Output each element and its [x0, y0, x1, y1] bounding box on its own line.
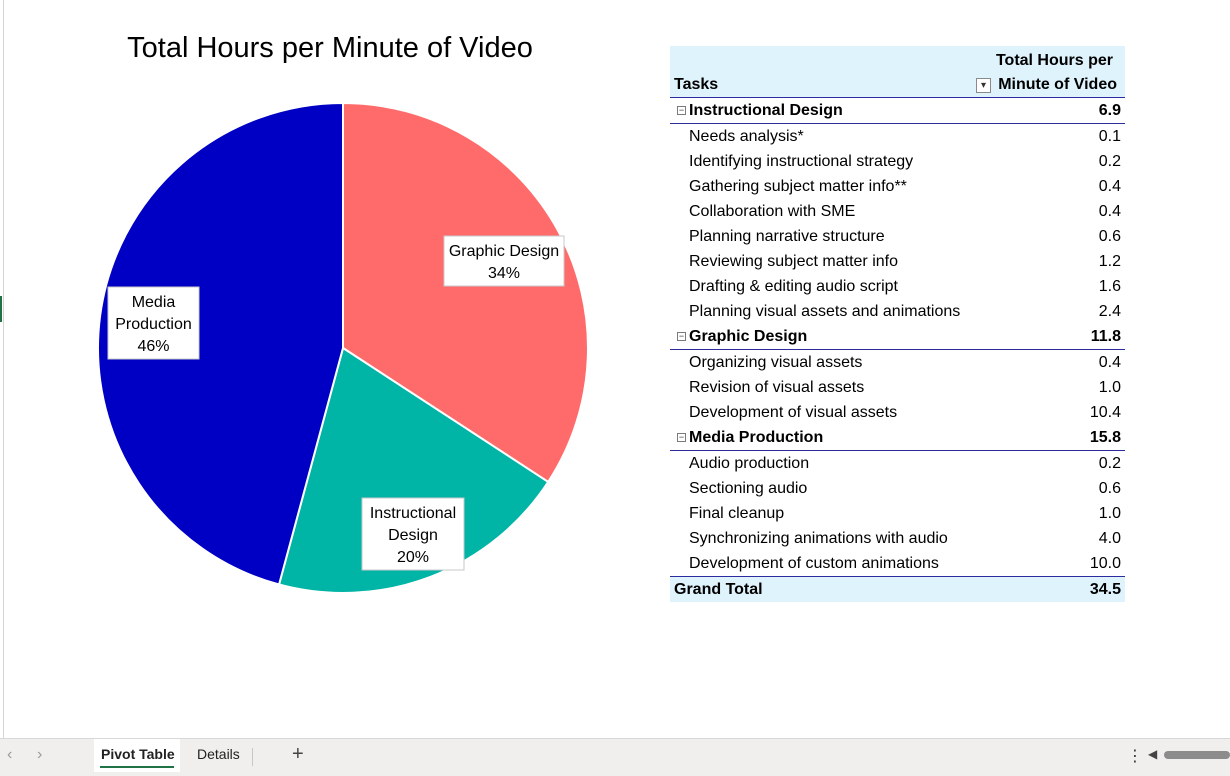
collapse-minus-icon[interactable]: − [677, 332, 686, 341]
pie-chart[interactable]: Graphic Design 34% Instructional Design 20% M… [0, 0, 660, 700]
item-label: Sectioning audio [689, 480, 808, 497]
grand-total-label: Grand Total [674, 581, 763, 598]
item-value: 0.2 [1098, 153, 1121, 170]
pivot-item-row[interactable]: Synchronizing animations with audio 4.0 [670, 526, 1125, 551]
grand-total-value: 34.5 [1089, 581, 1121, 598]
pivot-item-row[interactable]: Development of custom animations 10.0 [670, 551, 1125, 576]
more-vertical-icon[interactable]: ⋮ [1127, 746, 1143, 766]
pivot-item-row[interactable]: Revision of visual assets 1.0 [670, 375, 1125, 400]
item-label: Audio production [689, 455, 810, 472]
item-value: 1.6 [1098, 278, 1121, 295]
item-value: 0.6 [1098, 480, 1121, 497]
pie-data-label[interactable]: Instructional Design 20% [361, 497, 465, 571]
data-label-percent: 34% [488, 265, 520, 282]
item-label: Development of custom animations [689, 555, 939, 572]
item-label: Collaboration with SME [689, 203, 856, 220]
item-value: 2.4 [1098, 303, 1121, 320]
pivot-table: Total Hours per Tasks ▾ Minute of Video … [670, 46, 1125, 602]
item-label: Revision of visual assets [689, 379, 865, 396]
collapse-minus-icon[interactable]: − [677, 433, 686, 442]
pivot-item-row[interactable]: Final cleanup 1.0 [670, 501, 1125, 526]
item-value: 10.4 [1089, 404, 1121, 421]
data-label-percent: 20% [397, 549, 429, 566]
item-label: Development of visual assets [689, 404, 898, 421]
pie-data-label[interactable]: Graphic Design 34% [443, 235, 565, 287]
item-value: 0.1 [1098, 128, 1121, 145]
item-value: 0.4 [1098, 354, 1121, 371]
item-value: 10.0 [1089, 555, 1121, 572]
pivot-item-row[interactable]: Sectioning audio 0.6 [670, 476, 1125, 501]
pivot-group-row[interactable]: − Instructional Design 6.9 [670, 98, 1125, 124]
item-value: 0.2 [1098, 455, 1121, 472]
active-tab-underline [100, 766, 174, 768]
scroll-left-icon[interactable]: ◀ [1148, 747, 1157, 761]
item-label: Planning narrative structure [689, 228, 885, 245]
pivot-group-row[interactable]: − Graphic Design 11.8 [670, 324, 1125, 350]
data-label-category: Design [388, 527, 438, 544]
item-label: Reviewing subject matter info [689, 253, 898, 270]
data-label-category: Production [115, 316, 192, 333]
header-value-line1: Total Hours per [995, 52, 1113, 69]
item-value: 1.0 [1098, 505, 1121, 522]
item-label: Final cleanup [689, 505, 785, 522]
pivot-item-row[interactable]: Reviewing subject matter info 1.2 [670, 249, 1125, 274]
data-label-category: Graphic Design [449, 243, 559, 260]
pivot-header: Total Hours per Tasks ▾ Minute of Video [670, 46, 1125, 98]
pivot-item-row[interactable]: Collaboration with SME 0.4 [670, 199, 1125, 224]
group-total: 6.9 [1098, 102, 1121, 119]
tab-label: Pivot Table [101, 746, 175, 762]
group-label: Media Production [689, 429, 824, 446]
group-total: 15.8 [1089, 429, 1121, 446]
tab-details[interactable]: Details [190, 739, 250, 772]
sheet-tab-bar: ‹ › Pivot Table Details + ⋮ ◀ [0, 738, 1230, 776]
chevron-right-icon[interactable]: › [37, 746, 42, 764]
data-label-percent: 46% [137, 338, 169, 355]
pivot-item-row[interactable]: Gathering subject matter info** 0.4 [670, 174, 1125, 199]
collapse-minus-icon[interactable]: − [677, 106, 686, 115]
tab-label: Details [197, 746, 240, 762]
group-label: Graphic Design [689, 328, 808, 345]
pivot-item-row[interactable]: Drafting & editing audio script 1.6 [670, 274, 1125, 299]
sort-filter-icon[interactable]: ▾ [976, 78, 991, 93]
pivot-item-row[interactable]: Planning visual assets and animations 2.4 [670, 299, 1125, 324]
pivot-item-row[interactable]: Identifying instructional strategy 0.2 [670, 149, 1125, 174]
data-label-category: Instructional [370, 505, 456, 522]
group-total: 11.8 [1090, 328, 1121, 345]
pivot-item-row[interactable]: Development of visual assets 10.4 [670, 400, 1125, 425]
pivot-item-row[interactable]: Planning narrative structure 0.6 [670, 224, 1125, 249]
item-label: Organizing visual assets [689, 354, 863, 371]
item-label: Needs analysis* [689, 128, 804, 145]
header-tasks: Tasks [674, 76, 719, 93]
item-label: Drafting & editing audio script [689, 278, 898, 295]
chevron-left-icon[interactable]: ‹ [7, 746, 12, 764]
pivot-item-row[interactable]: Needs analysis* 0.1 [670, 124, 1125, 149]
item-label: Synchronizing animations with audio [689, 530, 948, 547]
pivot-item-row[interactable]: Organizing visual assets 0.4 [670, 350, 1125, 375]
item-label: Gathering subject matter info** [689, 178, 907, 195]
pivot-item-row[interactable]: Audio production 0.2 [670, 451, 1125, 476]
item-value: 1.0 [1098, 379, 1121, 396]
item-value: 1.2 [1098, 253, 1121, 270]
header-value-line2: Minute of Video [998, 76, 1117, 93]
pivot-group-row[interactable]: − Media Production 15.8 [670, 425, 1125, 451]
pie-data-label[interactable]: Media Production 46% [107, 286, 200, 360]
pivot-body: − Instructional Design 6.9 Needs analysis* 0… [670, 98, 1125, 602]
data-label-category: Media [132, 294, 176, 311]
item-value: 0.6 [1098, 228, 1121, 245]
tab-separator [252, 748, 253, 766]
item-label: Identifying instructional strategy [689, 153, 914, 170]
plus-icon[interactable]: + [292, 743, 304, 766]
item-value: 4.0 [1098, 530, 1121, 547]
horizontal-scrollbar-thumb[interactable] [1164, 751, 1230, 759]
item-value: 0.4 [1098, 203, 1121, 220]
tab-pivot-table[interactable]: Pivot Table [94, 739, 180, 772]
item-label: Planning visual assets and animations [689, 303, 961, 320]
grand-total-row[interactable]: Grand Total 34.5 [670, 576, 1125, 602]
item-value: 0.4 [1098, 178, 1121, 195]
group-label: Instructional Design [689, 102, 843, 119]
